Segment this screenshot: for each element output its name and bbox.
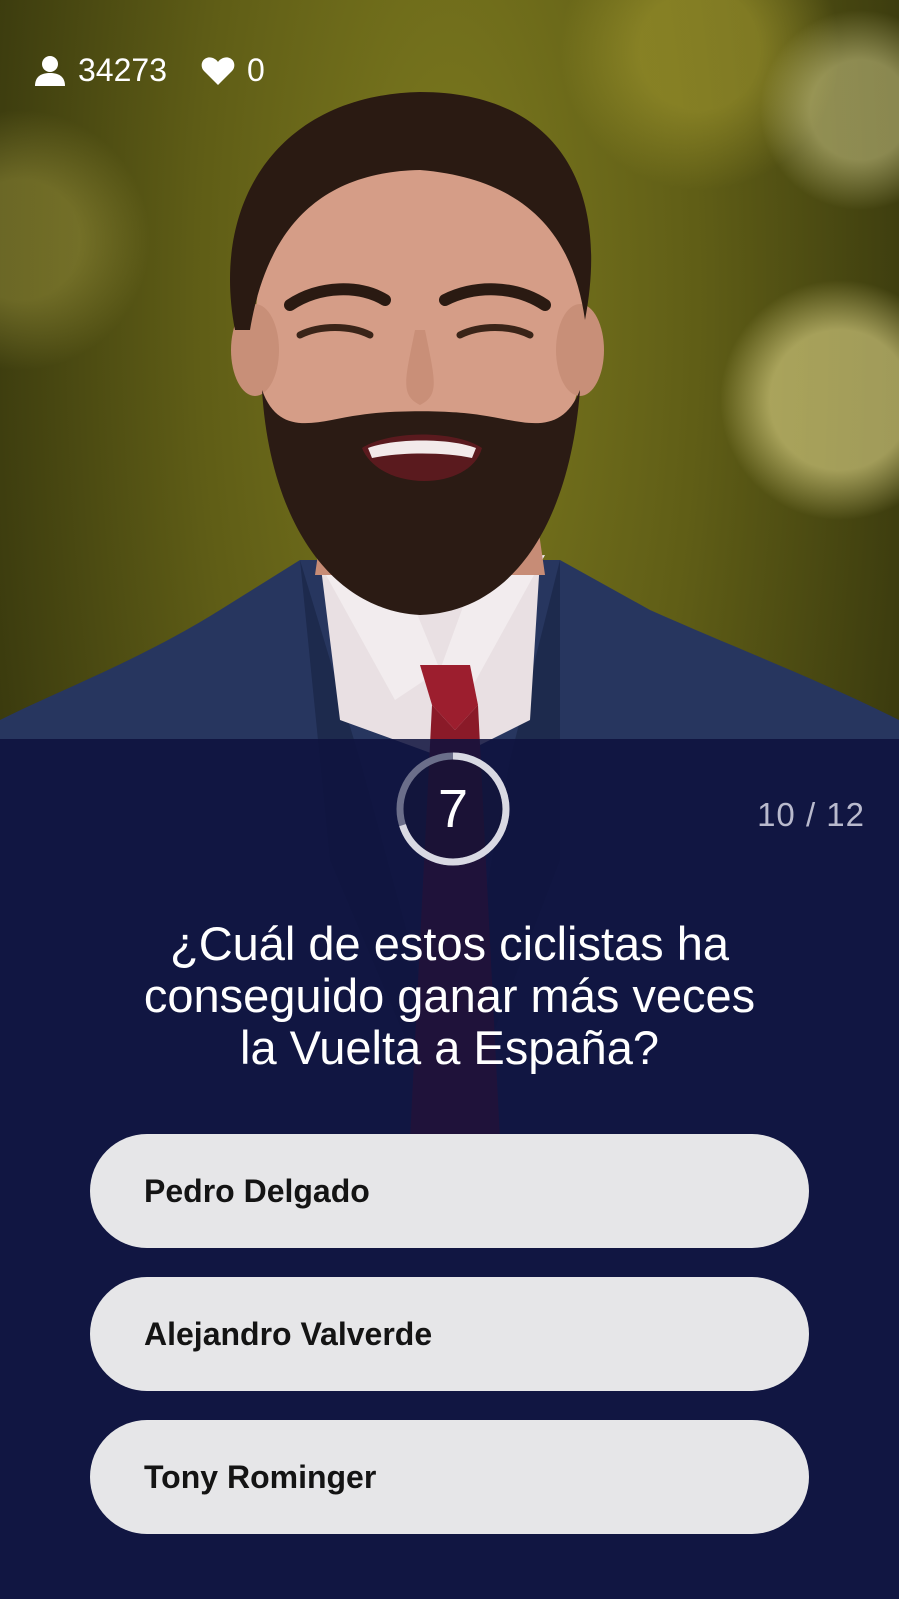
answer-list: Pedro Delgado Alejandro Valverde Tony Ro… bbox=[90, 1134, 809, 1563]
countdown-timer: 7 bbox=[393, 749, 513, 869]
answer-label: Tony Rominger bbox=[144, 1458, 377, 1495]
lives-count: 0 bbox=[201, 52, 265, 89]
question-text: ¿Cuál de estos ciclistas ha conseguido g… bbox=[60, 918, 839, 1074]
heart-icon bbox=[201, 56, 235, 85]
answer-option-2[interactable]: Alejandro Valverde bbox=[90, 1277, 809, 1391]
answer-label: Pedro Delgado bbox=[144, 1172, 370, 1209]
question-progress: 10 / 12 bbox=[757, 796, 865, 833]
question-line-2: conseguido ganar más veces bbox=[143, 969, 756, 1022]
person-icon bbox=[35, 55, 65, 86]
question-line-1: ¿Cuál de estos ciclistas ha bbox=[169, 917, 730, 970]
answer-option-3[interactable]: Tony Rominger bbox=[90, 1420, 809, 1534]
viewer-count-value: 34273 bbox=[78, 52, 167, 88]
question-line-3: la Vuelta a España? bbox=[240, 1021, 659, 1074]
viewer-count: 34273 bbox=[34, 52, 167, 89]
timer-seconds: 7 bbox=[437, 779, 469, 839]
live-stats: 34273 0 bbox=[34, 52, 299, 89]
quiz-screen: 34273 0 7 10 / 12 ¿Cuál de estos ciclist… bbox=[0, 0, 899, 1599]
answer-label: Alejandro Valverde bbox=[144, 1315, 433, 1352]
lives-count-value: 0 bbox=[246, 52, 265, 88]
answer-option-1[interactable]: Pedro Delgado bbox=[90, 1134, 809, 1248]
